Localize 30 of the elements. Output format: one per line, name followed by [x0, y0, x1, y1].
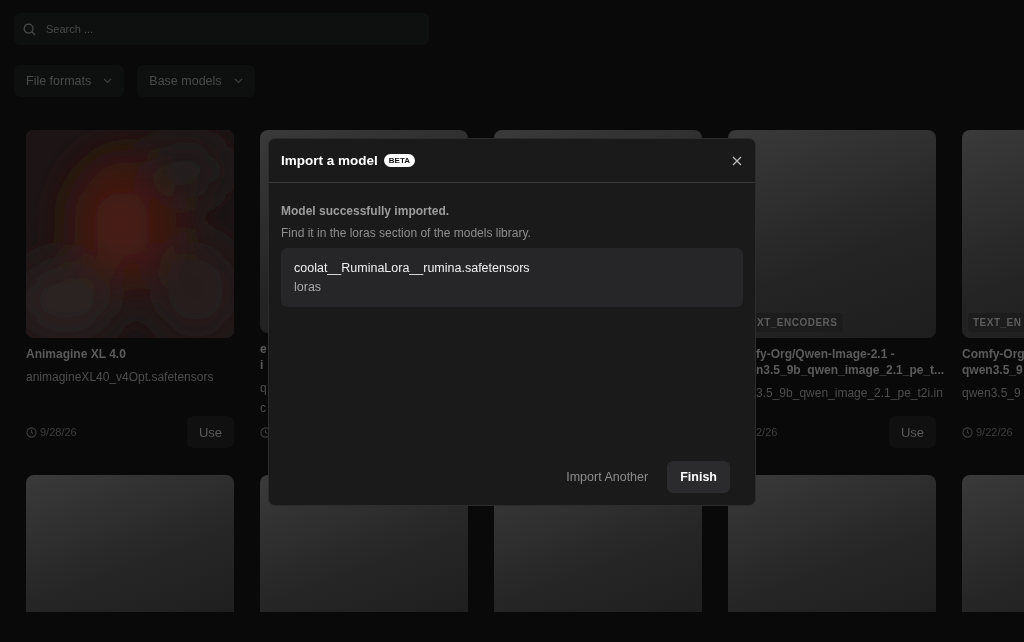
model-title: qwen3.5_9 [962, 362, 1023, 378]
file-name: qwen3.5_9 [962, 385, 1021, 401]
filter-dropdown[interactable]: Base models [137, 65, 255, 97]
model-title: Comfy-Org [962, 346, 1024, 362]
dialog-title: Import a model [281, 153, 378, 168]
success-message: Model successfully imported. [281, 204, 451, 218]
imported-file-name: coolat__RuminaLora__rumina.safetensors [294, 261, 531, 275]
import-another-button[interactable]: Import Another [553, 461, 662, 493]
file-name: animagineXL40_v4Opt.safetensors [26, 369, 214, 385]
finish-button[interactable]: Finish [667, 461, 730, 493]
chevron-icon [103, 78, 113, 84]
close-button[interactable] [732, 155, 742, 166]
close-icon [732, 155, 742, 166]
use-button[interactable]: Use [187, 416, 234, 448]
model-title: e [260, 341, 267, 357]
search-field[interactable]: Search ... [14, 13, 429, 45]
beta-badge: BETA [383, 154, 415, 167]
filter-dropdown[interactable]: File formats [14, 65, 125, 97]
model-title: n3.5_9b_qwen_image_2.1_pe_t... [756, 362, 945, 378]
file-name: 3.5_9b_qwen_image_2.1_pe_t2i.in [756, 385, 943, 401]
file-name: c [260, 400, 266, 416]
file-name: q [260, 380, 267, 396]
hint-text: Find it in the loras section of the models library. [281, 226, 532, 240]
model-title: fy-Org/Qwen-Image-2.1 - [756, 346, 895, 362]
use-button[interactable]: Use [889, 416, 936, 448]
chevron-icon [233, 78, 243, 84]
model-title: i [260, 357, 264, 373]
category-tag: TEXT_EN [968, 313, 1024, 332]
folder-name: loras [294, 280, 323, 294]
model-title: Animagine XL 4.0 [26, 346, 126, 362]
